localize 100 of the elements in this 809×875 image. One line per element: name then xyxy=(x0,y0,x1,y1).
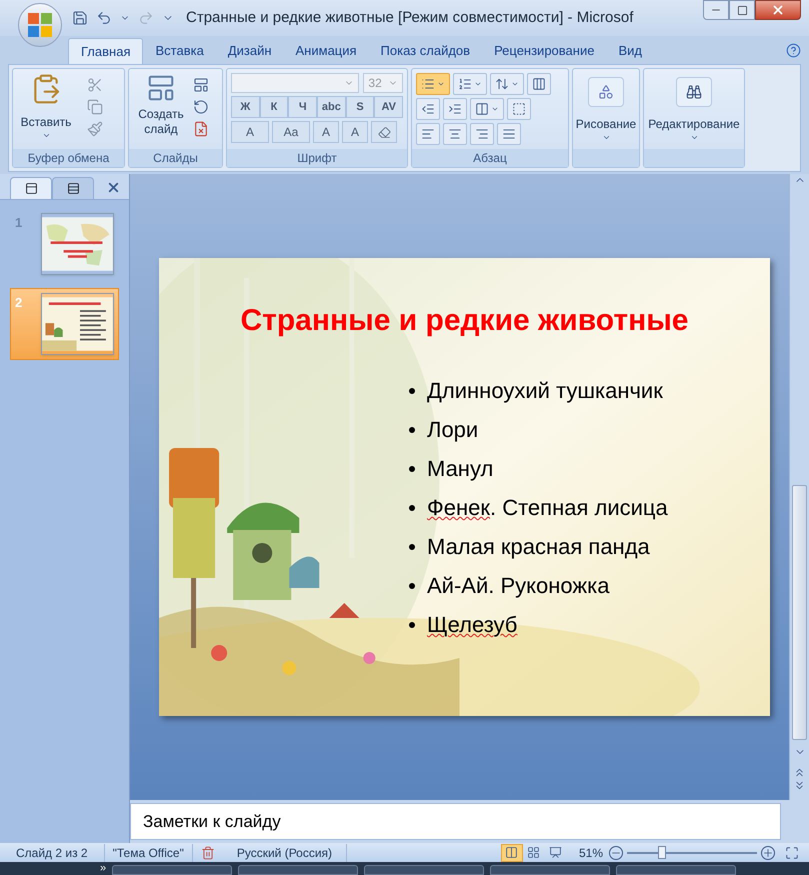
caret-icon xyxy=(602,133,610,142)
font-button[interactable]: Aa xyxy=(272,121,310,143)
notes-field[interactable]: Заметки к слайду xyxy=(130,803,781,840)
zoom-in-icon[interactable] xyxy=(761,846,775,860)
reset-icon[interactable] xyxy=(193,99,209,115)
zoom-out-icon[interactable] xyxy=(609,846,623,860)
copy-icon[interactable] xyxy=(87,99,103,115)
bullets-button[interactable] xyxy=(416,73,450,95)
scroll-thumb[interactable] xyxy=(792,485,807,740)
indent-icon xyxy=(448,102,462,116)
caret-icon xyxy=(690,133,698,142)
increase-indent-button[interactable] xyxy=(443,98,467,120)
taskbar-overflow[interactable]: » xyxy=(100,863,106,874)
columns-icon xyxy=(475,102,489,116)
slide-title: Странные и редкие животные xyxy=(240,303,688,339)
outdent-icon xyxy=(421,102,435,116)
fit-window-icon[interactable] xyxy=(785,846,799,860)
format-button[interactable]: К xyxy=(260,96,288,118)
align-right-icon xyxy=(475,127,489,141)
decrease-indent-button[interactable] xyxy=(416,98,440,120)
slide-icon xyxy=(24,182,38,195)
help-icon[interactable] xyxy=(786,43,801,58)
undo-icon[interactable] xyxy=(96,10,112,26)
office-logo-icon xyxy=(27,12,53,38)
format-button[interactable]: Ж xyxy=(231,96,260,118)
binoculars-icon xyxy=(686,84,702,100)
ribbon-tab[interactable]: Главная xyxy=(68,38,144,64)
maximize-button[interactable] xyxy=(729,0,755,20)
view-button[interactable] xyxy=(500,844,523,862)
grid-icon xyxy=(527,846,540,859)
clear-format-button[interactable] xyxy=(371,121,397,143)
group-label: Абзац xyxy=(473,150,507,167)
office-button[interactable] xyxy=(18,3,62,47)
caret-icon xyxy=(511,80,519,88)
ribbon-tab[interactable]: Рецензирование xyxy=(482,38,606,64)
bullet-text: Ай-Ай. Руконожка xyxy=(427,572,610,600)
font-name-field[interactable] xyxy=(231,73,360,93)
columns-icon xyxy=(532,77,546,91)
align-left-icon xyxy=(421,127,435,141)
caret-icon xyxy=(42,131,50,140)
bullet-text: Щелезуб xyxy=(427,611,518,639)
slide-number: 2 xyxy=(15,294,24,312)
ribbon-tab[interactable]: Анимация xyxy=(284,38,369,64)
close-icon[interactable] xyxy=(106,180,121,195)
close-button[interactable] xyxy=(755,0,801,20)
numbering-button[interactable] xyxy=(453,73,487,95)
slide-thumbnail[interactable] xyxy=(41,293,114,355)
normal-view-icon xyxy=(505,846,518,859)
format-button[interactable]: Ч xyxy=(288,96,318,118)
cut-icon[interactable] xyxy=(87,77,103,93)
ribbon-tab[interactable]: Показ слайдов xyxy=(368,38,482,64)
columns-button[interactable] xyxy=(470,98,504,120)
bullet-text: Малая красная панда xyxy=(427,533,650,561)
font-button[interactable]: A xyxy=(342,121,368,143)
save-icon[interactable] xyxy=(72,10,88,26)
line-spacing-icon xyxy=(495,77,509,91)
pane-tab[interactable] xyxy=(10,177,52,199)
caret-icon xyxy=(474,80,482,88)
justify-button[interactable] xyxy=(497,123,521,145)
layout-icon[interactable] xyxy=(193,77,209,93)
text-direction-button[interactable] xyxy=(527,73,551,95)
slide-layout-icon xyxy=(146,73,176,103)
format-button[interactable]: S xyxy=(346,96,374,118)
format-button[interactable]: AV xyxy=(374,96,404,118)
bullet-text: Лори xyxy=(427,416,478,444)
zoom-level[interactable]: 51% xyxy=(578,844,603,862)
align-left-button[interactable] xyxy=(416,123,440,145)
ribbon-tab[interactable]: Вставка xyxy=(143,38,216,64)
close-icon xyxy=(771,3,785,17)
font-button[interactable]: A xyxy=(231,121,269,143)
editing-button[interactable]: Редактирование xyxy=(648,73,740,142)
new-slide-button[interactable]: Создать слайд xyxy=(133,73,189,137)
eraser-icon xyxy=(378,126,390,138)
zoom-thumb[interactable] xyxy=(658,846,666,858)
group-footer xyxy=(573,149,639,167)
bullet-text: Манул xyxy=(427,455,494,483)
bullet-text: Длинноухий тушканчик xyxy=(427,377,663,405)
group-label: Слайды xyxy=(153,150,198,167)
align-right-button[interactable] xyxy=(470,123,494,145)
line-spacing-button[interactable] xyxy=(490,73,524,95)
ribbon-tab[interactable]: Вид xyxy=(606,38,654,64)
window-title: Странные и редкие животные [Режим совместимости] - Microsof xyxy=(186,8,634,28)
zoom-slider[interactable] xyxy=(627,846,757,860)
font-button[interactable]: A xyxy=(313,121,339,143)
align-center-button[interactable] xyxy=(443,123,467,145)
format-button[interactable]: abc xyxy=(317,96,346,118)
align-center-icon xyxy=(448,127,462,141)
notes-text: Заметки к слайду xyxy=(143,810,281,833)
group-label: Шрифт xyxy=(297,150,337,167)
outline-icon xyxy=(66,182,80,195)
align-text-button[interactable] xyxy=(507,98,531,120)
delete-slide-icon[interactable] xyxy=(193,121,209,137)
drawing-button[interactable]: Рисование xyxy=(577,73,635,142)
group-label: Буфер обмена xyxy=(28,150,110,167)
caret-icon xyxy=(491,105,499,113)
slide-thumbnail[interactable] xyxy=(41,213,114,275)
paste-button[interactable]: Вставить xyxy=(17,73,75,140)
projector-icon xyxy=(549,846,562,859)
ribbon-tab[interactable]: Дизайн xyxy=(216,38,284,64)
pane-tab[interactable] xyxy=(52,177,94,199)
